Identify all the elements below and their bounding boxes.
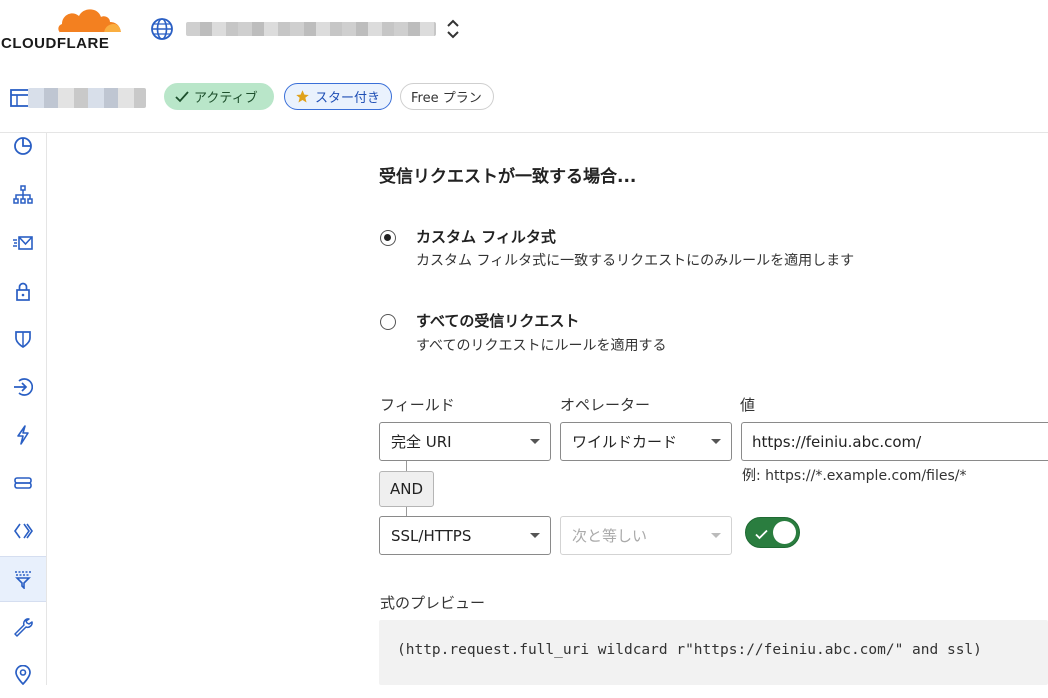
- brand-wordmark: CLOUDFLARE: [1, 35, 110, 52]
- lightning-icon: [17, 425, 29, 445]
- value-input-1[interactable]: https://feiniu.abc.com/: [741, 422, 1048, 461]
- account-name-redacted: [186, 22, 436, 36]
- field-column-label: フィールド: [380, 396, 455, 414]
- dropdown-caret-icon: [711, 439, 721, 444]
- code-brackets-icon: [14, 523, 33, 539]
- nav-item-caching[interactable]: [0, 460, 46, 506]
- form-heading: 受信リクエストが一致する場合...: [379, 167, 637, 187]
- ssl-value-toggle[interactable]: [745, 517, 800, 548]
- nav-item-access[interactable]: [0, 364, 46, 410]
- option-all-requests-desc: すべてのリクエストにルールを適用する: [416, 338, 667, 354]
- wrench-icon: [14, 618, 33, 637]
- expression-preview-box: (http.request.full_uri wildcard r"https:…: [379, 620, 1048, 685]
- nav-item-rules[interactable]: [0, 556, 46, 602]
- login-arrow-icon: [14, 378, 33, 396]
- chevron-up-down-icon[interactable]: [443, 17, 463, 41]
- nav-item-ssl-tls[interactable]: [0, 268, 46, 314]
- email-icon: [13, 236, 33, 250]
- value-example-hint: 例: https://*.example.com/files/*: [742, 468, 967, 484]
- nav-item-dns[interactable]: [0, 172, 46, 218]
- operator-select-1[interactable]: ワイルドカード: [560, 422, 732, 461]
- check-icon: [755, 525, 768, 544]
- filter-funnel-icon: [15, 571, 31, 589]
- dropdown-caret-icon: [530, 439, 540, 444]
- and-connector-button[interactable]: AND: [379, 471, 434, 507]
- expression-preview-label: 式のプレビュー: [380, 594, 486, 612]
- nav-item-email[interactable]: [0, 220, 46, 266]
- nav-item-speed[interactable]: [0, 412, 46, 458]
- account-switcher[interactable]: [150, 15, 436, 43]
- field-select-1[interactable]: 完全 URI: [379, 422, 551, 461]
- check-icon: [175, 90, 189, 103]
- field-select-2-value: SSL/HTTPS: [391, 526, 472, 545]
- radio-all-requests[interactable]: [380, 314, 396, 330]
- rule-form: 受信リクエストが一致する場合... カスタム フィルタ式 カスタム フィルタ式に…: [47, 133, 1048, 685]
- operator-select-1-value: ワイルドカード: [572, 433, 678, 451]
- field-select-2[interactable]: SSL/HTTPS: [379, 516, 551, 555]
- operator-column-label: オペレーター: [560, 396, 651, 414]
- value-input-1-text: https://feiniu.abc.com/: [752, 432, 922, 451]
- starred-badge-label: スター付き: [315, 91, 381, 106]
- plan-badge: Free プラン: [400, 83, 494, 110]
- zone-bar: アクティブ スター付き Free プラン: [0, 64, 1048, 133]
- option-custom-filter-desc: カスタム フィルタ式に一致するリクエストにのみルールを適用します: [416, 253, 855, 269]
- left-nav: [0, 133, 47, 685]
- dropdown-caret-icon: [711, 533, 721, 538]
- nav-item-workers-routes[interactable]: [0, 508, 46, 554]
- cloudflare-logo[interactable]: CLOUDFLARE: [0, 4, 125, 52]
- nav-item-security[interactable]: [0, 316, 46, 362]
- cloud-logo-icon: [58, 9, 122, 35]
- dropdown-caret-icon: [530, 533, 540, 538]
- option-custom-filter-title[interactable]: カスタム フィルタ式: [416, 226, 556, 247]
- storage-icon: [14, 477, 32, 489]
- option-all-requests-title[interactable]: すべての受信リクエスト: [416, 310, 579, 331]
- lock-icon: [16, 282, 30, 301]
- network-tree-icon: [13, 185, 33, 204]
- toggle-knob: [773, 521, 796, 544]
- value-column-label: 値: [740, 396, 756, 414]
- plan-badge-label: Free プラン: [411, 91, 482, 106]
- zone-name-redacted: [28, 88, 146, 108]
- star-icon: [295, 89, 310, 104]
- top-bar: CLOUDFLARE: [0, 0, 1048, 65]
- shield-icon: [15, 331, 31, 348]
- location-pin-icon: [15, 665, 31, 685]
- expression-preview-code: (http.request.full_uri wildcard r"https:…: [397, 642, 982, 658]
- connector-line-top: [406, 461, 407, 471]
- operator-select-2-value: 次と等しい: [572, 527, 648, 545]
- operator-select-2: 次と等しい: [560, 516, 732, 555]
- status-badge-label: アクティブ: [194, 91, 258, 106]
- starred-badge[interactable]: スター付き: [284, 83, 392, 110]
- nav-item-network[interactable]: [0, 604, 46, 650]
- field-select-1-value: 完全 URI: [391, 433, 452, 451]
- pie-chart-icon: [14, 137, 32, 155]
- nav-item-analytics[interactable]: [0, 123, 46, 169]
- radio-custom-filter[interactable]: [380, 230, 396, 246]
- globe-icon: [150, 17, 174, 41]
- nav-item-traffic[interactable]: [0, 652, 46, 698]
- status-badge: アクティブ: [164, 83, 274, 110]
